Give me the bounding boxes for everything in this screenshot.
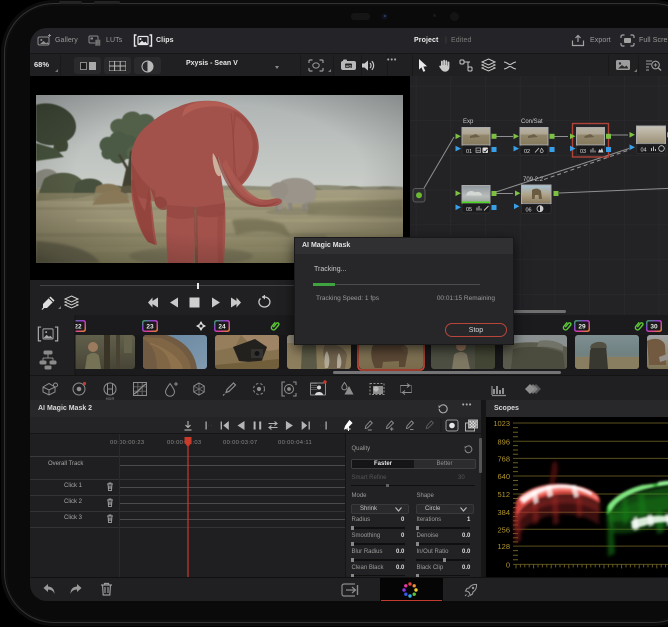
svg-text:05: 05 bbox=[466, 207, 472, 213]
svg-text:01: 01 bbox=[466, 149, 472, 155]
svg-text:1023: 1023 bbox=[493, 419, 510, 428]
svg-text:640: 640 bbox=[497, 472, 510, 481]
svg-text:0: 0 bbox=[506, 560, 510, 569]
svg-text:768: 768 bbox=[497, 454, 510, 463]
svg-text:06: 06 bbox=[526, 207, 532, 213]
svg-text:23: 23 bbox=[146, 324, 154, 331]
svg-text:384: 384 bbox=[497, 508, 510, 517]
svg-text:22: 22 bbox=[74, 324, 82, 331]
svg-text:512: 512 bbox=[497, 490, 510, 499]
svg-text:04: 04 bbox=[641, 147, 647, 153]
svg-text:128: 128 bbox=[497, 542, 510, 551]
svg-text:30: 30 bbox=[650, 324, 658, 331]
svg-text:896: 896 bbox=[497, 437, 510, 446]
svg-text:29: 29 bbox=[578, 324, 586, 331]
svg-text:24: 24 bbox=[218, 324, 226, 331]
svg-text:Con/Sat: Con/Sat bbox=[521, 119, 543, 125]
svg-text:709 2.2: 709 2.2 bbox=[523, 177, 544, 183]
svg-text:02: 02 bbox=[524, 149, 530, 155]
svg-text:256: 256 bbox=[497, 525, 510, 534]
svg-text:03: 03 bbox=[580, 149, 586, 155]
svg-text:HQ: HQ bbox=[346, 63, 352, 68]
svg-text:Exp: Exp bbox=[463, 119, 474, 125]
